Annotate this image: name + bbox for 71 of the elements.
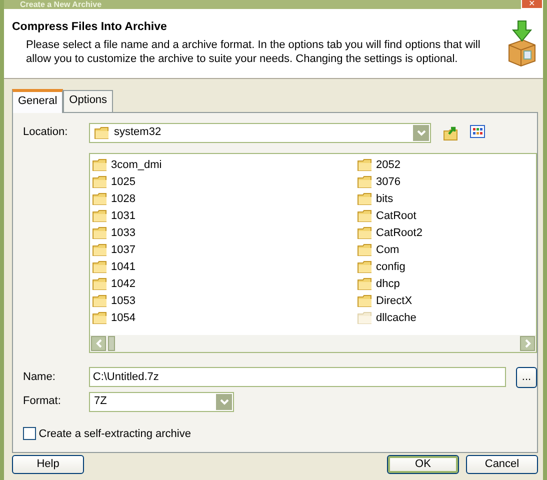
help-button[interactable]: Help bbox=[12, 454, 84, 474]
header-title: Compress Files Into Archive bbox=[12, 21, 168, 35]
folder-icon bbox=[92, 260, 108, 274]
checkbox-label: Create a self-extracting archive bbox=[38, 426, 191, 442]
name-field[interactable]: C:\Untitled.7z bbox=[88, 367, 506, 387]
folder-item[interactable]: 1042 bbox=[92, 276, 357, 292]
folder-icon bbox=[357, 277, 373, 291]
folder-item[interactable]: 1033 bbox=[92, 224, 357, 242]
format-value: 7Z bbox=[94, 394, 107, 410]
folder-icon bbox=[357, 158, 373, 172]
folder-item[interactable]: 3076 bbox=[357, 174, 536, 190]
scroll-left-button[interactable] bbox=[91, 336, 106, 350]
chevron-left-icon bbox=[96, 338, 102, 348]
location-dropdown[interactable]: system32 bbox=[89, 122, 431, 142]
name-label: Name: bbox=[23, 370, 56, 385]
scroll-right-button[interactable] bbox=[520, 336, 535, 350]
folder-icon bbox=[92, 294, 108, 308]
location-label: Location: bbox=[23, 125, 69, 140]
folder-icon bbox=[92, 175, 108, 189]
folder-item[interactable]: bits bbox=[357, 190, 536, 208]
folder-icon bbox=[92, 277, 108, 291]
horizontal-scrollbar[interactable] bbox=[90, 334, 536, 352]
folder-item[interactable]: 1031 bbox=[92, 208, 357, 224]
folder-item[interactable]: 1054 bbox=[92, 310, 357, 326]
folder-item[interactable]: CatRoot2 bbox=[357, 224, 536, 242]
folder-item[interactable]: dhcp bbox=[357, 276, 536, 292]
cancel-button[interactable]: Cancel bbox=[466, 454, 538, 474]
folder-item[interactable]: 1037 bbox=[92, 242, 357, 258]
folder-icon bbox=[357, 243, 373, 257]
browse-button[interactable]: ... bbox=[516, 366, 537, 388]
close-button[interactable]: ✕ bbox=[521, 0, 543, 9]
view-grid-icon[interactable] bbox=[470, 124, 485, 138]
folder-up-icon[interactable] bbox=[442, 124, 458, 140]
folder-icon bbox=[357, 311, 373, 325]
chevron-down-icon bbox=[220, 398, 228, 404]
folder-item[interactable]: 1028 bbox=[92, 190, 357, 208]
folder-icon bbox=[94, 126, 110, 140]
folder-icon bbox=[92, 158, 108, 172]
folder-icon bbox=[92, 311, 108, 325]
folder-item[interactable]: Com bbox=[357, 242, 536, 258]
folder-icon bbox=[357, 260, 373, 274]
folder-icon bbox=[92, 226, 108, 240]
format-label: Format: bbox=[23, 394, 62, 410]
folder-icon bbox=[357, 209, 373, 223]
folder-item[interactable]: CatRoot bbox=[357, 208, 536, 224]
folder-item[interactable]: config bbox=[357, 258, 536, 276]
ok-button[interactable]: OK bbox=[387, 454, 459, 474]
format-dropdown[interactable]: 7Z bbox=[89, 392, 234, 412]
scroll-thumb[interactable] bbox=[108, 336, 115, 350]
folder-item[interactable]: DirectX bbox=[357, 292, 536, 310]
checkbox[interactable] bbox=[23, 427, 36, 440]
location-value: system32 bbox=[114, 125, 162, 140]
folder-icon bbox=[92, 209, 108, 223]
folder-icon bbox=[92, 243, 108, 257]
folder-item[interactable]: 1041 bbox=[92, 258, 357, 276]
folder-item[interactable]: 2052 bbox=[357, 156, 536, 174]
folder-icon bbox=[357, 175, 373, 189]
folder-icon bbox=[357, 294, 373, 308]
folder-icon bbox=[357, 226, 373, 240]
chevron-down-icon bbox=[416, 130, 426, 136]
folder-item[interactable]: 1025 bbox=[92, 174, 357, 190]
folder-item[interactable]: dllcache bbox=[357, 310, 536, 326]
folder-item[interactable]: 3com_dmi bbox=[92, 156, 357, 174]
folder-icon bbox=[357, 192, 373, 206]
tab[interactable]: Options bbox=[63, 90, 114, 112]
tab[interactable]: General bbox=[12, 89, 64, 112]
folder-item[interactable]: 1053 bbox=[92, 292, 357, 310]
window-title: Create a New Archive bbox=[19, 0, 102, 9]
folder-icon bbox=[92, 192, 108, 206]
header-description: Please select a file name and a archive format. In the options tab you will find options that will allow you to customize the archive to suite your needs. Changing the settings is optional. bbox=[26, 38, 482, 66]
chevron-right-icon bbox=[524, 338, 530, 348]
